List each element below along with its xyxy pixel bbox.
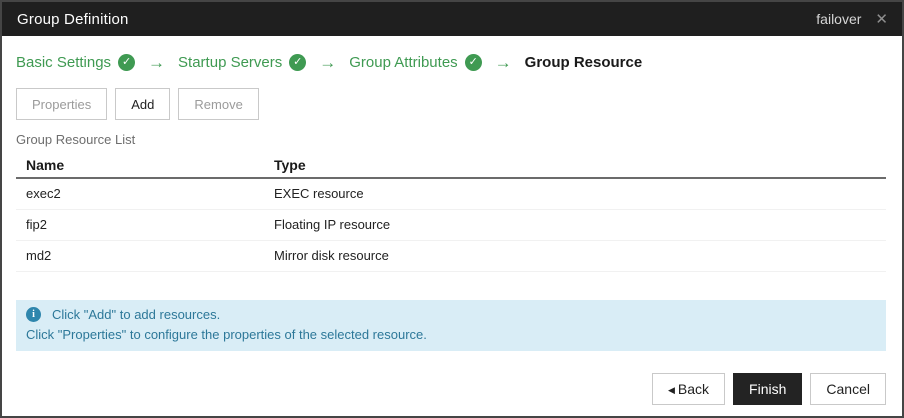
- check-circle-icon: ✓: [464, 53, 482, 71]
- group-name-label: failover: [816, 11, 862, 27]
- column-header-type: Type: [264, 152, 886, 179]
- back-arrow-icon: ◀: [668, 384, 675, 395]
- dialog-footer: ◀ Back Finish Cancel: [16, 372, 886, 405]
- step-startup-servers[interactable]: Startup Servers ✓: [178, 53, 307, 71]
- table-row[interactable]: exec2 EXEC resource: [16, 178, 886, 210]
- close-icon[interactable]: ✕: [875, 12, 888, 27]
- resource-name-cell: md2: [16, 240, 264, 272]
- check-circle-icon: ✓: [289, 53, 307, 71]
- resource-type-cell: Floating IP resource: [264, 209, 886, 241]
- info-text: Click "Add" to add resources.: [52, 306, 221, 322]
- step-basic-settings[interactable]: Basic Settings ✓: [16, 53, 136, 71]
- properties-button[interactable]: Properties: [16, 88, 108, 120]
- resource-type-cell: Mirror disk resource: [264, 240, 886, 272]
- wizard-steps: Basic Settings ✓ → Startup Servers ✓ → G…: [16, 51, 886, 73]
- step-label: Group Attributes: [349, 53, 458, 71]
- column-header-name: Name: [16, 152, 264, 179]
- info-circle-icon: i: [26, 307, 41, 322]
- back-button[interactable]: ◀ Back: [652, 372, 726, 405]
- dialog-title: Group Definition: [17, 10, 129, 28]
- info-message-box: i Click "Add" to add resources. Click "P…: [16, 299, 886, 351]
- remove-button[interactable]: Remove: [178, 88, 259, 120]
- arrow-right-icon: →: [494, 52, 512, 72]
- info-line-1: i Click "Add" to add resources.: [26, 305, 876, 325]
- group-resource-table: Name Type exec2 EXEC resource fip2 Float…: [16, 152, 886, 272]
- step-label: Startup Servers: [178, 53, 283, 71]
- add-button[interactable]: Add: [115, 88, 171, 120]
- finish-button[interactable]: Finish: [733, 372, 803, 405]
- resource-name-cell: fip2: [16, 209, 264, 241]
- back-label: Back: [677, 380, 710, 397]
- step-group-attributes[interactable]: Group Attributes ✓: [349, 53, 482, 71]
- check-circle-icon: ✓: [118, 53, 136, 71]
- resource-name-cell: exec2: [16, 178, 264, 210]
- arrow-right-icon: →: [148, 52, 166, 72]
- arrow-right-icon: →: [319, 52, 337, 72]
- group-definition-dialog: Group Definition failover ✕ Basic Settin…: [0, 0, 904, 418]
- resource-type-cell: EXEC resource: [264, 178, 886, 210]
- dialog-titlebar: Group Definition failover ✕: [2, 2, 902, 36]
- table-row[interactable]: md2 Mirror disk resource: [16, 240, 886, 272]
- resource-toolbar: Properties Add Remove: [16, 88, 886, 120]
- cancel-button[interactable]: Cancel: [810, 372, 886, 405]
- dialog-content: Basic Settings ✓ → Startup Servers ✓ → G…: [2, 51, 902, 405]
- group-resource-list-caption: Group Resource List: [16, 132, 136, 147]
- step-label: Group Resource: [524, 53, 643, 71]
- step-label: Basic Settings: [16, 53, 112, 71]
- table-row[interactable]: fip2 Floating IP resource: [16, 209, 886, 241]
- info-line-2: Click "Properties" to configure the prop…: [26, 326, 427, 342]
- step-group-resource: Group Resource: [525, 54, 643, 71]
- table-header-row: Name Type: [16, 152, 886, 179]
